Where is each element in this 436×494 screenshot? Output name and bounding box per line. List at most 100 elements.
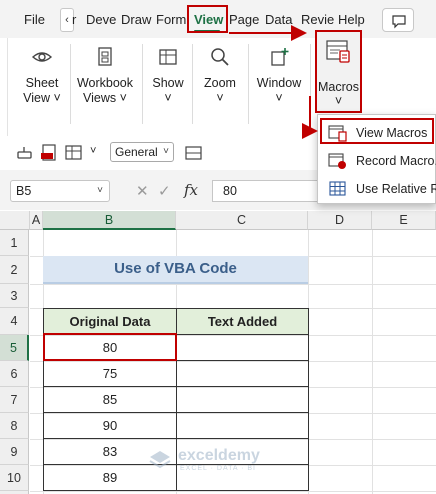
record-macro-label: Record Macro... (356, 154, 436, 168)
column-header-a[interactable]: A (30, 211, 43, 230)
tab-developer[interactable]: Deve (86, 12, 116, 27)
macros-label: Macros (318, 80, 359, 94)
view-macros-highlight (320, 118, 434, 144)
tab-home-truncated[interactable]: r (72, 12, 76, 27)
window-chevron: ˅ (275, 91, 283, 105)
cell-b7[interactable]: 85 (43, 386, 177, 413)
window-button[interactable]: Window ˅ (254, 44, 304, 106)
macros-icon (326, 40, 350, 63)
magnifier-icon (211, 48, 229, 66)
tab-formulas[interactable]: Form (156, 12, 186, 27)
column-header-e[interactable]: E (372, 211, 436, 230)
cell-c8[interactable] (176, 412, 309, 439)
sheet-view-label-1: Sheet (25, 76, 59, 90)
new-window-icon (271, 48, 289, 66)
row-header-6[interactable]: 6 (0, 361, 29, 387)
ribbon-separator (192, 44, 193, 124)
watermark-tagline: EXCEL · DATA · BI (180, 465, 256, 472)
selected-cell-highlight (43, 333, 177, 361)
format-icon[interactable] (184, 143, 204, 163)
tab-help[interactable]: Help (338, 12, 365, 27)
sheet-title-cell[interactable]: Use of VBA Code (43, 256, 308, 284)
tab-file[interactable]: File (24, 12, 45, 27)
use-relative-references-label: Use Relative Re (356, 182, 436, 196)
header-text-added[interactable]: Text Added (176, 308, 309, 335)
ribbon-separator (142, 44, 143, 124)
enter-icon[interactable]: ✓ (158, 182, 171, 200)
qat-dropdown-icon[interactable]: ˅ (90, 145, 96, 157)
paint-brush-icon[interactable] (16, 143, 36, 163)
zoom-label: Zoom (204, 76, 236, 90)
row-header-10[interactable]: 10 (0, 465, 29, 491)
show-button[interactable]: Show ˅ (148, 44, 188, 106)
row-header-1[interactable]: 1 (0, 230, 29, 256)
cancel-icon[interactable]: ✕ (136, 182, 149, 200)
header-original-data[interactable]: Original Data (43, 308, 177, 335)
name-box-value: B5 (16, 184, 32, 198)
workbook-views-button[interactable]: Workbook Views ˅ (74, 44, 136, 106)
number-format-select[interactable]: General ˅ (110, 142, 174, 162)
ribbon-separator (248, 44, 249, 124)
column-header-d[interactable]: D (308, 211, 372, 230)
row-header-4[interactable]: 4 (0, 308, 29, 335)
cell-c7[interactable] (176, 386, 309, 413)
cell-c5[interactable] (176, 334, 309, 361)
ribbon-separator (310, 44, 311, 124)
workbook-views-label-1: Workbook (76, 76, 134, 90)
tab-review[interactable]: Revie (301, 12, 334, 27)
formula-buttons: ✕ ✓ fx (128, 180, 208, 202)
record-macro-icon (328, 153, 346, 169)
cell-b8[interactable]: 90 (43, 412, 177, 439)
window-label: Window (256, 76, 302, 90)
gridline (372, 230, 373, 494)
gridline (30, 491, 436, 492)
tab-draw[interactable]: Draw (121, 12, 151, 27)
zoom-chevron: ˅ (216, 91, 224, 105)
exceldemy-watermark: exceldemy EXCEL · DATA · BI (148, 447, 298, 477)
pdf-icon[interactable] (40, 143, 60, 163)
macros-button[interactable]: Macros ˅ (315, 30, 362, 113)
watermark-name: exceldemy (178, 447, 260, 464)
table-row: 90 (43, 412, 309, 439)
eye-icon (31, 52, 53, 62)
relative-references-icon (329, 181, 346, 196)
chevron-down-icon: ˅ (97, 185, 103, 196)
macros-chevron: ˅ (334, 94, 343, 108)
cell-b6[interactable]: 75 (43, 360, 177, 387)
comments-button[interactable] (382, 8, 414, 32)
comment-icon (392, 15, 406, 29)
select-all-corner[interactable] (0, 211, 30, 230)
workbook-views-label-2: Views ˅ (83, 91, 127, 105)
menu-item-use-relative-references[interactable]: Use Relative Re (318, 175, 436, 203)
exceldemy-logo-icon (149, 451, 171, 469)
chevron-down-icon: ˅ (163, 146, 169, 157)
row-header-3[interactable]: 3 (0, 284, 29, 308)
gridline (30, 284, 436, 285)
column-header-b[interactable]: B (43, 211, 176, 230)
menu-item-record-macro[interactable]: Record Macro... (318, 147, 436, 175)
row-header-2[interactable]: 2 (0, 256, 29, 284)
row-header-8[interactable]: 8 (0, 413, 29, 439)
ribbon-separator (70, 44, 71, 124)
show-label: Show (152, 76, 184, 90)
zoom-button[interactable]: Zoom ˅ (198, 44, 242, 106)
row-header-7[interactable]: 7 (0, 387, 29, 413)
tab-data[interactable]: Data (265, 12, 292, 27)
sheet-view-button[interactable]: Sheet View ˅ (22, 44, 62, 106)
table-row: 75 (43, 360, 309, 387)
table-row: 85 (43, 386, 309, 413)
show-chevron: ˅ (164, 91, 172, 105)
show-icon (159, 49, 177, 65)
workbook-views-icon (98, 47, 112, 66)
table-icon[interactable] (64, 143, 84, 163)
view-tab-highlight (187, 5, 228, 33)
table-header-row: Original Data Text Added (43, 308, 309, 335)
tab-page-layout[interactable]: Page (229, 12, 259, 27)
name-box[interactable]: B5 ˅ (10, 180, 110, 202)
cell-c6[interactable] (176, 360, 309, 387)
number-format-value: General (115, 145, 158, 159)
row-header-5[interactable]: 5 (0, 335, 29, 361)
row-header-9[interactable]: 9 (0, 439, 29, 465)
insert-function-button[interactable]: fx (184, 181, 198, 199)
column-header-c[interactable]: C (176, 211, 308, 230)
